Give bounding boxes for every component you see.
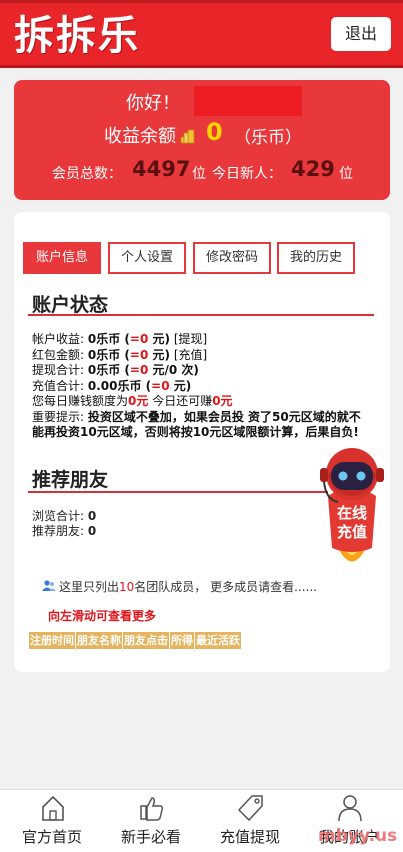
- views-line: 浏览合计: 0: [32, 509, 97, 523]
- section-divider-friends: [28, 491, 328, 493]
- tab-personal-settings[interactable]: 个人设置: [108, 242, 186, 274]
- nav-recharge-withdraw[interactable]: 充值提现: [200, 790, 300, 852]
- column-header[interactable]: 朋友点击: [123, 632, 170, 649]
- nav-recharge-label: 充值提现: [219, 828, 280, 846]
- redpack-line: 红包金额: 0乐币 (=0 元) [充值]: [32, 347, 208, 362]
- nav-home[interactable]: 官方首页: [2, 790, 102, 852]
- team-members-note: 这里只列出10名团队成员， 更多成员请查看......: [42, 578, 317, 595]
- account-details: 帐户收益: 0乐币 (=0 元) [提现] 红包金额: 0乐币 (=0 元) […: [32, 332, 372, 441]
- account-panel: 账户信息 个人设置 修改密码 我的历史 账户状态 帐户收益: 0乐币 (=0 元…: [14, 212, 390, 672]
- new-today-count: 429: [291, 157, 335, 181]
- coins-icon: [180, 129, 195, 144]
- robot-label-line2: 充值: [336, 523, 367, 541]
- balance-label: 收益余额: [104, 126, 176, 147]
- account-status-title: 账户状态: [32, 294, 109, 316]
- column-header[interactable]: 朋友名称: [76, 632, 123, 649]
- referrals-line: 推荐朋友: 0: [32, 524, 97, 538]
- column-header[interactable]: 注册时间: [29, 632, 76, 649]
- tab-account-info[interactable]: 账户信息: [23, 242, 101, 274]
- greeting-row: 你好！: [14, 86, 390, 116]
- balance-unit: （乐币）: [234, 128, 302, 148]
- greeting-text: 你好！: [126, 93, 180, 114]
- members-label: 会员总数：: [52, 166, 122, 182]
- withdraw-total-line: 提现合计: 0乐币 (=0 元/0 次): [32, 363, 199, 377]
- user-summary-card: 你好！ 收益余额 0 （乐币） 会员总数： 4497 位 今日新人： 429 位: [14, 80, 390, 200]
- friends-stats: 浏览合计: 0 推荐朋友: 0: [32, 509, 96, 539]
- new-today-unit: 位: [339, 166, 353, 182]
- tab-my-history[interactable]: 我的历史: [277, 242, 355, 274]
- swipe-tip: 向左滑动可查看更多: [48, 609, 157, 623]
- recharge-total-line: 充值合计: 0.00乐币 (=0 元): [32, 378, 192, 393]
- app-logo: 拆拆乐: [14, 13, 140, 59]
- column-header[interactable]: 所得: [170, 632, 195, 649]
- section-divider: [28, 314, 374, 316]
- nav-beginner-label: 新手必看: [120, 828, 181, 846]
- nav-beginner-guide[interactable]: 新手必看: [101, 790, 201, 852]
- nav-home-label: 官方首页: [21, 828, 82, 846]
- watermark-text: mbyy.us: [318, 826, 398, 846]
- username-redacted: [194, 86, 302, 116]
- user-icon: [338, 795, 362, 822]
- income-line: 帐户收益: 0乐币 (=0 元) [提现]: [32, 332, 208, 346]
- top-bar: 拆拆乐 退出: [0, 0, 403, 68]
- online-recharge-robot[interactable]: 在线 充值: [314, 444, 390, 574]
- withdraw-link[interactable]: [提现]: [174, 332, 207, 346]
- balance-value: 0: [206, 118, 223, 146]
- recommend-friends-title: 推荐朋友: [32, 469, 109, 491]
- friends-table-header: 注册时间 朋友名称 朋友点击 所得 最近活跃: [29, 632, 242, 649]
- members-unit: 位: [192, 166, 206, 182]
- new-today-label: 今日新人：: [212, 166, 282, 182]
- stats-row: 会员总数： 4497 位 今日新人： 429 位: [14, 156, 390, 186]
- tag-icon: [238, 795, 263, 822]
- balance-row: 收益余额 0 （乐币）: [14, 118, 390, 150]
- column-header[interactable]: 最近活跃: [195, 632, 242, 649]
- recharge-link[interactable]: [充值]: [174, 348, 207, 362]
- daily-quota-line: 您每日赚钱额度为0元 今日还可赚0元: [32, 394, 233, 408]
- team-members-icon: [42, 580, 56, 591]
- logout-button[interactable]: 退出: [331, 17, 391, 51]
- tab-change-password[interactable]: 修改密码: [193, 242, 271, 274]
- home-icon: [42, 795, 64, 821]
- members-count: 4497: [132, 157, 191, 181]
- robot-label-line1: 在线: [336, 504, 367, 522]
- important-notice: 重要提示: 投资区域不叠加，如果会员投 资了50元区域的就不能再投资10元区域，…: [32, 409, 361, 440]
- thumbs-up-icon: [140, 797, 164, 821]
